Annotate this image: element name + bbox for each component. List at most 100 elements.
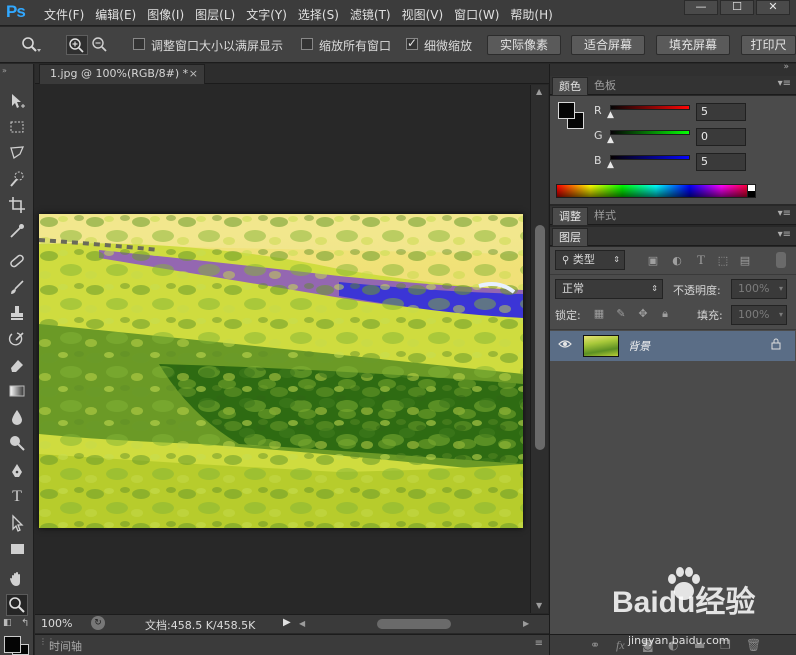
tab-swatches[interactable]: 色板: [588, 77, 622, 95]
scroll-down-icon[interactable]: ▼: [536, 601, 542, 610]
swap-colors-icon[interactable]: ↰: [21, 618, 29, 629]
zoom-tool-icon[interactable]: [6, 594, 28, 616]
lock-image-pixels-icon[interactable]: ✎: [614, 307, 628, 321]
g-value-field[interactable]: 0: [696, 128, 746, 146]
scroll-left-icon[interactable]: ◀: [299, 619, 305, 628]
type-tool-icon[interactable]: T: [6, 486, 28, 508]
zoom-out-icon[interactable]: [90, 35, 112, 55]
print-size-button[interactable]: 打印尺: [741, 35, 796, 55]
r-value-field[interactable]: 5: [696, 103, 746, 121]
horizontal-scroll-thumb[interactable]: [377, 619, 451, 629]
zoom-in-icon[interactable]: [66, 35, 88, 55]
lock-position-icon[interactable]: ✥: [636, 307, 650, 321]
fit-screen-button[interactable]: 适合屏幕: [571, 35, 645, 55]
toolbar-collapse-icon[interactable]: »: [2, 66, 8, 75]
menu-type[interactable]: 文字(Y): [246, 6, 287, 23]
restore-button[interactable]: ☐: [720, 0, 754, 15]
layers-panel-menu-icon[interactable]: ▾≡: [778, 229, 791, 240]
chevron-down-icon[interactable]: ▾: [779, 280, 783, 298]
menu-filter[interactable]: 滤镜(T): [350, 6, 391, 23]
marquee-tool-icon[interactable]: [6, 116, 28, 138]
tab-color[interactable]: 颜色: [552, 77, 588, 95]
menu-view[interactable]: 视图(V): [402, 6, 444, 23]
zoom-tool-preset-icon[interactable]: [20, 35, 42, 55]
eraser-tool-icon[interactable]: [6, 354, 28, 376]
blend-mode-select[interactable]: 正常 ⇕: [555, 279, 663, 299]
menu-window[interactable]: 窗口(W): [454, 6, 499, 23]
layer-filter-kind-select[interactable]: ⚲ 类型 ⇕: [555, 250, 625, 270]
scrubby-zoom-checkbox[interactable]: [406, 36, 418, 50]
link-layers-icon[interactable]: ⚭: [590, 638, 600, 652]
filter-pixel-icon[interactable]: ▣: [646, 254, 660, 268]
foreground-color-swatch[interactable]: [4, 636, 21, 653]
resize-windows-checkbox[interactable]: [133, 38, 145, 50]
fill-field[interactable]: 100% ▾: [731, 305, 787, 325]
healing-brush-tool-icon[interactable]: [6, 250, 28, 272]
zoom-all-windows-checkbox[interactable]: [301, 38, 313, 50]
lock-transparent-pixels-icon[interactable]: ▦: [592, 307, 606, 321]
filter-smart-object-icon[interactable]: ▤: [738, 254, 752, 268]
scroll-up-icon[interactable]: ▲: [536, 87, 542, 96]
brush-tool-icon[interactable]: [6, 276, 28, 298]
pen-tool-icon[interactable]: [6, 460, 28, 482]
menu-help[interactable]: 帮助(H): [510, 6, 552, 23]
filter-shape-icon[interactable]: ⬚: [716, 254, 730, 268]
scroll-right-icon[interactable]: ▶: [523, 619, 529, 628]
hand-tool-icon[interactable]: [6, 568, 28, 590]
rectangle-tool-icon[interactable]: [6, 538, 28, 560]
timeline-tab[interactable]: 时间轴: [49, 638, 82, 654]
r-slider[interactable]: [610, 105, 690, 110]
menu-layer[interactable]: 图层(L): [195, 6, 235, 23]
filter-toggle-switch[interactable]: [776, 252, 786, 268]
document-tab[interactable]: 1.jpg @ 100%(RGB/8#) * ×: [39, 64, 205, 84]
opacity-field[interactable]: 100% ▾: [731, 279, 787, 299]
tab-styles[interactable]: 样式: [588, 207, 622, 225]
menu-image[interactable]: 图像(I): [147, 6, 184, 23]
history-brush-tool-icon[interactable]: [6, 328, 28, 350]
lock-all-icon[interactable]: 🔒︎: [658, 307, 672, 321]
filter-type-icon[interactable]: T: [694, 253, 708, 267]
menu-file[interactable]: 文件(F): [44, 6, 84, 23]
menu-select[interactable]: 选择(S): [298, 6, 339, 23]
color-panel-foreground-swatch[interactable]: [558, 102, 575, 119]
close-button[interactable]: ✕: [756, 0, 790, 15]
close-tab-icon[interactable]: ×: [189, 65, 198, 83]
blur-tool-icon[interactable]: [6, 406, 28, 428]
g-slider-knob-icon[interactable]: ▲: [607, 135, 615, 145]
clone-stamp-tool-icon[interactable]: [6, 302, 28, 324]
fill-screen-button[interactable]: 填充屏幕: [656, 35, 730, 55]
g-slider[interactable]: [610, 130, 690, 135]
black-white-ramp[interactable]: [747, 184, 756, 198]
path-selection-tool-icon[interactable]: [6, 512, 28, 534]
r-slider-knob-icon[interactable]: ▲: [607, 110, 615, 120]
actual-pixels-button[interactable]: 实际像素: [487, 35, 561, 55]
color-panel-menu-icon[interactable]: ▾≡: [778, 78, 791, 89]
layer-row-background[interactable]: 背景: [550, 331, 795, 361]
zoom-level[interactable]: 100%: [41, 617, 72, 630]
b-slider-knob-icon[interactable]: ▲: [607, 160, 615, 170]
minimize-button[interactable]: —: [684, 0, 718, 15]
quick-selection-tool-icon[interactable]: [6, 168, 28, 190]
crop-tool-icon[interactable]: [6, 194, 28, 216]
timeline-menu-icon[interactable]: ≡: [535, 638, 543, 649]
move-tool-icon[interactable]: [6, 90, 28, 112]
menu-edit[interactable]: 编辑(E): [95, 6, 136, 23]
eyedropper-tool-icon[interactable]: [6, 220, 28, 242]
gradient-tool-icon[interactable]: [6, 380, 28, 402]
b-value-field[interactable]: 5: [696, 153, 746, 171]
tab-layers[interactable]: 图层: [552, 228, 588, 246]
adjustments-panel-menu-icon[interactable]: ▾≡: [778, 208, 791, 219]
share-icon[interactable]: ↻: [91, 616, 105, 630]
vertical-scrollbar[interactable]: ▲ ▼: [530, 85, 548, 613]
color-spectrum-ramp[interactable]: [556, 184, 756, 198]
status-menu-arrow-icon[interactable]: ▶: [283, 617, 291, 628]
tab-adjustments[interactable]: 调整: [552, 207, 588, 225]
b-slider[interactable]: [610, 155, 690, 160]
chevron-down-icon[interactable]: ▾: [779, 306, 783, 324]
dodge-tool-icon[interactable]: [6, 432, 28, 454]
document-image[interactable]: [39, 214, 523, 528]
panel-collapse-icon[interactable]: »: [783, 62, 789, 72]
layer-style-fx-icon[interactable]: fx: [616, 638, 625, 653]
filter-adjustment-icon[interactable]: ◐: [670, 254, 684, 268]
eye-icon[interactable]: [558, 339, 572, 352]
